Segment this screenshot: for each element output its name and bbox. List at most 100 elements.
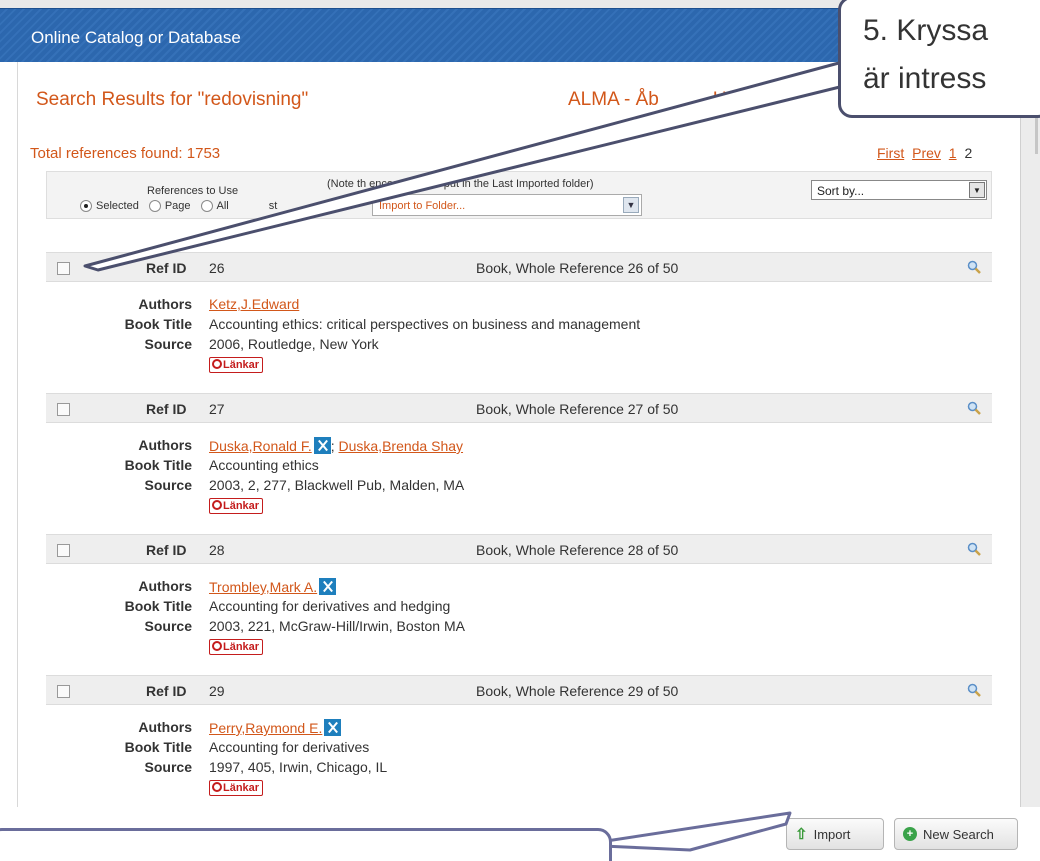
- author-profile-icon[interactable]: [319, 578, 337, 595]
- book-title-label: Book Title: [124, 457, 192, 473]
- import-folder-value: Import to Folder...: [379, 200, 466, 212]
- book-title-value: Accounting for derivatives and hedging: [209, 598, 451, 614]
- reference-description: Book, Whole Reference 27 of 50: [476, 401, 679, 417]
- search-results-heading: Search Results for "redovisning": [36, 89, 309, 110]
- book-title-label: Book Title: [124, 739, 192, 755]
- references-to-use-label: References to Use: [147, 185, 239, 197]
- prev-page-link[interactable]: Prev: [912, 145, 941, 161]
- book-title-value: Accounting ethics: [209, 457, 319, 473]
- import-button-label: Import: [813, 826, 851, 842]
- source-label: Source: [144, 477, 192, 493]
- author-link[interactable]: Perry,Raymond E.: [209, 720, 322, 736]
- links-button[interactable]: Länkar: [209, 498, 264, 514]
- authors-value: Duska,Ronald F.; Duska,Brenda Shay: [209, 437, 464, 454]
- author-profile-icon[interactable]: [324, 719, 342, 736]
- selected-radio-label: Selected: [96, 200, 139, 212]
- source-value: 2003, 2, 277, Blackwell Pub, Malden, MA: [209, 477, 465, 493]
- sfx-icon: [212, 641, 222, 651]
- authors-label: Authors: [138, 578, 192, 594]
- refid-value: 26: [209, 260, 225, 276]
- links-button[interactable]: Länkar: [209, 639, 264, 655]
- refid-label: Ref ID: [146, 260, 187, 276]
- total-references: Total references found: 1753: [30, 145, 221, 162]
- sort-select[interactable]: Sort by... ▼: [811, 180, 987, 200]
- authors-value: Trombley,Mark A.: [209, 578, 337, 595]
- authors-label: Authors: [138, 296, 192, 312]
- plus-circle-icon: +: [903, 827, 917, 841]
- author-link[interactable]: Duska,Brenda Shay: [339, 438, 464, 454]
- current-page: 2: [964, 145, 973, 161]
- refid-label: Ref ID: [146, 683, 187, 699]
- sfx-icon: [212, 359, 222, 369]
- reference-checkbox[interactable]: [57, 685, 70, 698]
- page-radio[interactable]: [148, 200, 161, 212]
- page-radio-label: Page: [164, 200, 191, 212]
- authors-label: Authors: [138, 437, 192, 453]
- reference-description: Book, Whole Reference 26 of 50: [476, 260, 679, 276]
- book-title-label: Book Title: [124, 598, 192, 614]
- reference-description: Book, Whole Reference 29 of 50: [476, 683, 679, 699]
- magnifier-icon[interactable]: [967, 260, 981, 274]
- refid-value: 28: [209, 542, 225, 558]
- reference-header: Ref ID 28 Book, Whole Reference 28 of 50: [46, 534, 992, 564]
- reference-description: Book, Whole Reference 28 of 50: [476, 542, 679, 558]
- new-search-button-label: New Search: [923, 826, 994, 842]
- page-1-link[interactable]: 1: [949, 145, 957, 161]
- pagination: First Prev 1 2: [877, 145, 972, 161]
- source-value: 1997, 405, Irwin, Chicago, IL: [209, 759, 388, 775]
- source-label: Source: [144, 618, 192, 634]
- instruction-callout: 5. Kryssa är intress: [838, 0, 1040, 118]
- links-button[interactable]: Länkar: [209, 780, 264, 796]
- refid-value: 29: [209, 683, 225, 699]
- reference-scope-radios: Selected Page All st: [80, 200, 283, 212]
- sfx-icon: [212, 782, 222, 792]
- new-search-button[interactable]: + New Search: [894, 818, 1018, 850]
- up-arrow-icon: ⇧: [795, 826, 808, 843]
- authors-value: Perry,Raymond E.: [209, 719, 342, 736]
- reference-checkbox[interactable]: [57, 262, 70, 275]
- author-profile-icon[interactable]: [313, 437, 331, 454]
- chevron-down-icon: ▼: [969, 182, 985, 198]
- authors-value: Ketz,J.Edward: [209, 296, 299, 312]
- reference-header: Ref ID 29 Book, Whole Reference 29 of 50: [46, 675, 992, 705]
- window-title: Online Catalog or Database: [31, 28, 241, 47]
- reference-header: Ref ID 27 Book, Whole Reference 27 of 50: [46, 393, 992, 423]
- import-note: (Note th ences are also put in the Last …: [327, 178, 594, 190]
- reference-checkbox[interactable]: [57, 403, 70, 416]
- refid-label: Ref ID: [146, 401, 187, 417]
- import-button[interactable]: ⇧ Import: [786, 818, 884, 850]
- selected-radio[interactable]: [80, 200, 92, 212]
- reference-checkbox[interactable]: [57, 544, 70, 557]
- book-title-value: Accounting ethics: critical perspectives…: [209, 316, 641, 332]
- instruction-text: 5. Kryssa är intress: [863, 14, 989, 95]
- reference-header: Ref ID 26 Book, Whole Reference 26 of 50: [46, 252, 992, 282]
- source-label: Source: [144, 336, 192, 352]
- author-link[interactable]: Trombley,Mark A.: [209, 579, 317, 595]
- refid-label: Ref ID: [146, 542, 187, 558]
- links-button[interactable]: Länkar: [209, 357, 264, 373]
- source-label: Source: [144, 759, 192, 775]
- source-value: 2003, 221, McGraw-Hill/Irwin, Boston MA: [209, 618, 465, 634]
- magnifier-icon[interactable]: [967, 542, 981, 556]
- all-radio[interactable]: [200, 200, 213, 212]
- chevron-down-icon: ▼: [623, 197, 639, 213]
- bottom-callout: [0, 828, 612, 861]
- author-link[interactable]: Duska,Ronald F.: [209, 438, 312, 454]
- refid-value: 27: [209, 401, 225, 417]
- source-value: 2006, Routledge, New York: [209, 336, 379, 352]
- sfx-icon: [212, 500, 222, 510]
- book-title-label: Book Title: [124, 316, 192, 332]
- magnifier-icon[interactable]: [967, 401, 981, 415]
- all-radio-label-tail: st: [268, 200, 278, 212]
- magnifier-icon[interactable]: [967, 683, 981, 697]
- author-link[interactable]: Ketz,J.Edward: [209, 296, 299, 312]
- import-folder-select[interactable]: Import to Folder... ▼: [372, 194, 642, 216]
- first-page-link[interactable]: First: [877, 145, 904, 161]
- scrollbar[interactable]: [1020, 62, 1040, 807]
- authors-label: Authors: [138, 719, 192, 735]
- reference-toolbar: References to Use (Note th ences are als…: [46, 171, 992, 219]
- database-name: ALMA - Åb Uni: [568, 89, 742, 110]
- all-radio-label: All: [216, 200, 229, 212]
- book-title-value: Accounting for derivatives: [209, 739, 370, 755]
- sort-select-value: Sort by...: [817, 184, 865, 198]
